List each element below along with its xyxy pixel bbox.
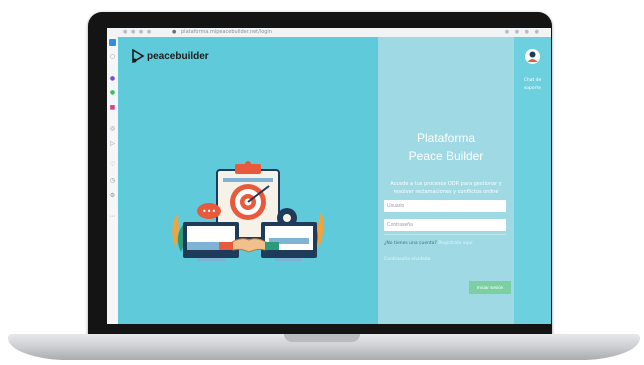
peacebuilder-logo-icon — [132, 49, 145, 63]
forgot-password-link[interactable]: Contraseña olvidada — [384, 257, 430, 262]
svg-text:•••: ••• — [202, 207, 216, 216]
history-icon[interactable]: ◷ — [109, 177, 116, 184]
browser-sidebar: ○ ● ● ■ ◎ ▷ ♡ ◷ ⚙ ⋯ — [107, 37, 118, 324]
browser-tools[interactable]: ● ● ● ● — [505, 28, 541, 37]
login-title: Plataforma — [416, 131, 476, 145]
gear-icon[interactable]: ⚙ — [109, 192, 116, 199]
agent-icon — [527, 51, 538, 62]
handshake-illustration: ••• — [172, 161, 324, 261]
instagram-icon[interactable]: ■ — [109, 104, 116, 111]
browser-url-bar[interactable]: ● ● ● ● ● plataforma.mipeacebuilder.net/… — [107, 28, 551, 37]
whatsapp-icon[interactable]: ● — [109, 89, 116, 96]
divider — [384, 234, 506, 235]
play-icon[interactable]: ▷ — [109, 140, 116, 147]
signup-row: ¿No tienes una cuenta? Regístrate aquí — [384, 241, 473, 246]
signup-text: ¿No tienes una cuenta? — [384, 241, 437, 246]
login-description: Accede a tus procesos ODR para gestionar… — [390, 181, 502, 195]
username-field[interactable] — [384, 200, 506, 212]
nav-buttons[interactable]: ● ● ● ● — [123, 28, 152, 37]
app-icon[interactable] — [109, 39, 116, 46]
heart-icon[interactable]: ♡ — [109, 161, 116, 168]
support-avatar[interactable] — [525, 49, 540, 64]
signup-link[interactable]: Regístrate aquí — [438, 241, 472, 246]
password-field[interactable] — [384, 219, 506, 231]
laptop-notch — [284, 334, 360, 342]
brand-name: peacebuilder — [147, 51, 209, 62]
support-label: Chat de soporte — [523, 78, 542, 91]
settings-icon[interactable]: ◎ — [109, 125, 116, 132]
more-icon[interactable]: ⋯ — [109, 213, 116, 220]
url-text[interactable]: plataforma.mipeacebuilder.net/login — [181, 28, 272, 37]
laptop-screen: ● ● ● ● ● plataforma.mipeacebuilder.net/… — [107, 28, 551, 324]
lock-icon: ● — [172, 29, 177, 35]
clock-icon[interactable]: ○ — [109, 53, 116, 60]
login-subtitle: Peace Builder — [408, 149, 484, 163]
support-chat-strip[interactable]: Chat de soporte — [514, 37, 551, 324]
login-button[interactable]: Iniciar sesión — [469, 281, 511, 294]
messenger-icon[interactable]: ● — [109, 75, 116, 82]
